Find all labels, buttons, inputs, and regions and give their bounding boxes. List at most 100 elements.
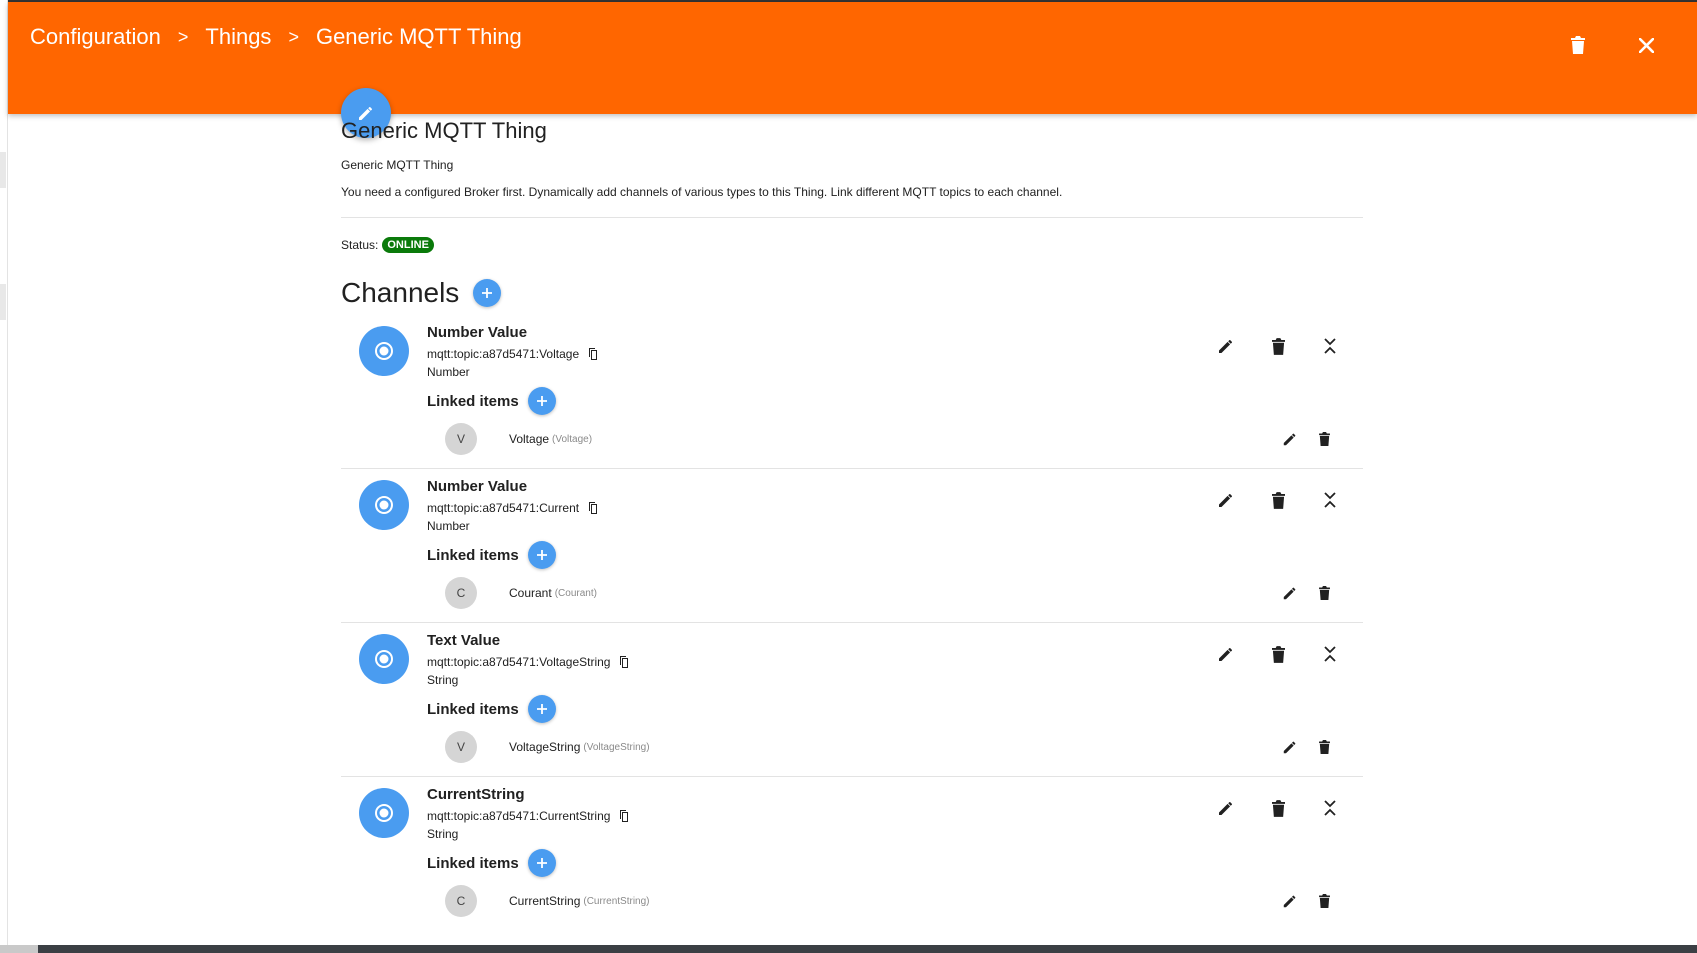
delete-channel-button[interactable] (1265, 795, 1291, 821)
breadcrumb-configuration[interactable]: Configuration (30, 24, 161, 50)
trash-icon (1271, 491, 1285, 509)
unlink-item-button[interactable] (1313, 428, 1335, 450)
radio-target-icon (375, 650, 393, 668)
pencil-icon (1219, 801, 1233, 815)
channel-actions (1213, 795, 1343, 821)
linked-items-row: Linked items (427, 541, 597, 569)
delete-channel-button[interactable] (1265, 487, 1291, 513)
linked-items-label: Linked items (427, 392, 519, 410)
add-channel-button[interactable] (473, 279, 502, 307)
linked-item[interactable]: V VoltageString (VoltageString) (445, 731, 650, 763)
channel-label: Text Value (427, 632, 501, 649)
edit-link-button[interactable] (1279, 736, 1301, 758)
item-label: Courant (509, 586, 552, 600)
edit-channel-button[interactable] (1213, 333, 1239, 359)
unlink-item-button[interactable] (1313, 736, 1335, 758)
add-linked-item-button[interactable] (527, 541, 556, 569)
channel-type: Number (427, 365, 470, 379)
item-avatar: V (445, 423, 477, 455)
edit-link-button[interactable] (1279, 428, 1301, 450)
collapse-channel-button[interactable] (1317, 333, 1343, 359)
edit-link-button[interactable] (1279, 582, 1301, 604)
delete-channel-button[interactable] (1265, 641, 1291, 667)
trash-icon (1271, 645, 1285, 663)
channels-title: Channels (341, 277, 460, 308)
channel-uid: mqtt:topic:a87d5471:VoltageString (427, 655, 611, 669)
edit-link-button[interactable] (1279, 890, 1301, 912)
unlink-item-button[interactable] (1313, 582, 1335, 604)
item-avatar: C (445, 885, 477, 917)
copy-icon (589, 348, 598, 360)
linked-item[interactable]: V Voltage (Voltage) (445, 423, 592, 455)
copy-uid-button[interactable] (587, 348, 598, 360)
breadcrumb-things[interactable]: Things (205, 24, 271, 50)
linked-item[interactable]: C Courant (Courant) (445, 577, 597, 609)
add-linked-item-button[interactable] (527, 387, 556, 415)
item-name: (Voltage) (552, 433, 593, 445)
item-avatar: V (445, 731, 477, 763)
thing-description: You need a configured Broker first. Dyna… (341, 185, 1063, 199)
page-header: Configuration > Things > Generic MQTT Th… (8, 2, 1697, 114)
add-linked-item-button[interactable] (527, 849, 556, 877)
channel-label: Number Value (427, 478, 528, 495)
linked-item[interactable]: C CurrentString (CurrentString) (445, 885, 650, 917)
collapse-channel-button[interactable] (1317, 641, 1343, 667)
linked-items-label: Linked items (427, 546, 519, 564)
close-button[interactable] (1631, 30, 1661, 60)
edit-channel-button[interactable] (1213, 795, 1239, 821)
linked-items-label: Linked items (427, 700, 519, 718)
collapse-icon (1324, 338, 1336, 354)
linked-items-row: Linked items (427, 849, 628, 877)
channel-label: Number Value (427, 324, 528, 341)
breadcrumb-separator: > (177, 26, 189, 47)
pencil-icon (1283, 741, 1296, 754)
linked-item-actions (1279, 890, 1335, 912)
channel-uid-row: mqtt:topic:a87d5471:VoltageString (427, 655, 629, 669)
copy-uid-button[interactable] (618, 656, 629, 668)
item-name: (VoltageString) (583, 741, 650, 753)
breadcrumb-current-thing: Generic MQTT Thing (315, 24, 522, 49)
copy-uid-button[interactable] (618, 810, 629, 822)
plus-icon (536, 858, 547, 868)
channel-uid-row: mqtt:topic:a87d5471:Current (427, 501, 598, 515)
thing-details: Generic MQTT Thing Generic MQTT Thing Yo… (341, 112, 1363, 931)
channel-uid-row: mqtt:topic:a87d5471:Voltage (427, 347, 598, 361)
add-linked-item-button[interactable] (527, 695, 556, 723)
plus-icon (482, 288, 493, 298)
channel-list: Number Value mqtt:topic:a87d5471:Voltage… (341, 315, 1363, 931)
delete-thing-button[interactable] (1563, 30, 1593, 60)
unlink-item-button[interactable] (1313, 890, 1335, 912)
breadcrumb: Configuration > Things > Generic MQTT Th… (30, 24, 522, 50)
pencil-icon (1219, 339, 1233, 353)
edit-channel-button[interactable] (1213, 487, 1239, 513)
delete-channel-button[interactable] (1265, 333, 1291, 359)
trash-icon (1318, 740, 1330, 754)
linked-items-row: Linked items (427, 387, 597, 415)
item-label: VoltageString (509, 740, 581, 754)
taskbar (0, 945, 1697, 953)
collapse-icon (1324, 646, 1336, 662)
divider (341, 217, 1363, 218)
channel-card: Number Value mqtt:topic:a87d5471:Current… (341, 469, 1363, 623)
channel-uid-row: mqtt:topic:a87d5471:CurrentString (427, 809, 629, 823)
item-name: (CurrentString) (583, 895, 650, 907)
channel-icon (359, 788, 409, 838)
channels-header: Channels (341, 277, 1363, 309)
channel-info: Text Value mqtt:topic:a87d5471:VoltageSt… (427, 632, 629, 723)
header-actions (1563, 30, 1661, 60)
channel-actions (1213, 333, 1343, 359)
status-row: Status: ONLINE (341, 237, 1363, 253)
pencil-icon (1283, 433, 1296, 446)
channel-label: CurrentString (427, 786, 525, 803)
channel-info: Number Value mqtt:topic:a87d5471:Current… (427, 478, 598, 569)
channel-type: Number (427, 519, 470, 533)
breadcrumb-separator: > (288, 26, 299, 47)
collapse-channel-button[interactable] (1317, 487, 1343, 513)
collapse-channel-button[interactable] (1317, 795, 1343, 821)
status-label: Status: (341, 238, 379, 252)
copy-uid-button[interactable] (587, 502, 598, 514)
channel-info: Number Value mqtt:topic:a87d5471:Voltage… (427, 324, 598, 415)
copy-icon (620, 810, 629, 822)
channel-actions (1213, 641, 1343, 667)
edit-channel-button[interactable] (1213, 641, 1239, 667)
